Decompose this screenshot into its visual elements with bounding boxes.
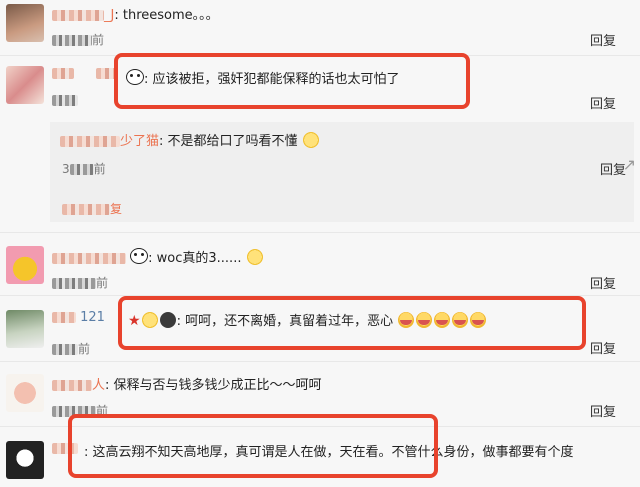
blurred-username xyxy=(60,136,120,147)
comment-row: _J: threesome。。。 前 回复 xyxy=(0,0,640,52)
avatar[interactable] xyxy=(6,374,44,412)
divider xyxy=(0,55,640,56)
comment-row: 121 ★: 呵呵，还不离婚，真留着过年，恶心 前 回复 xyxy=(0,298,640,357)
emoji-badge-icon xyxy=(141,312,158,328)
avatar[interactable] xyxy=(6,310,44,348)
comment-username[interactable]: 少了猫: 不是都给口了吗看不懂 xyxy=(60,130,320,149)
comment-time: 前 xyxy=(52,340,90,357)
panda-icon xyxy=(126,69,144,85)
smile-emoji-icon xyxy=(246,249,263,265)
divider xyxy=(0,295,640,296)
avatar[interactable] xyxy=(6,66,44,104)
blurred-username xyxy=(52,312,76,323)
comment-text: : 不是都给口了吗看不懂 xyxy=(159,132,320,149)
comment-row: : woc真的3...... 前 回复 xyxy=(0,236,640,292)
comment-text: : woc真的3...... xyxy=(130,248,263,266)
comment-row: : 应该被拒，强奸犯都能保释的话也太可怕了 回复 xyxy=(0,58,640,118)
comment-username[interactable] xyxy=(52,441,78,456)
divider xyxy=(0,426,640,427)
blurred-username xyxy=(52,10,104,21)
comment-time xyxy=(52,93,78,107)
avatar[interactable] xyxy=(6,246,44,284)
comment-row: 人: 保释与否与钱多钱少成正比～～呵呵 前 回复 xyxy=(0,364,640,422)
avatar[interactable] xyxy=(6,4,44,42)
comment-text: : threesome。。。 xyxy=(114,8,219,23)
reply-button[interactable]: 回复 xyxy=(590,401,616,420)
badge-icon xyxy=(159,312,176,328)
avatar[interactable] xyxy=(6,441,44,479)
crying-emoji-icon xyxy=(434,312,451,328)
blurred-username xyxy=(52,380,92,391)
comment-username[interactable]: 121 xyxy=(52,310,105,325)
comment-text: : 保释与否与钱多钱少成正比～～呵呵 xyxy=(105,378,322,393)
divider xyxy=(0,361,640,362)
reply-button[interactable]: 回复 xyxy=(590,30,616,49)
comment-text: : 应该被拒，强奸犯都能保释的话也太可怕了 xyxy=(126,68,400,87)
comment-username[interactable]: _J: threesome。。。 xyxy=(52,4,219,23)
panda-icon xyxy=(130,248,149,264)
reply-button[interactable]: 回复 xyxy=(590,93,616,112)
comment-username[interactable]: : woc真的3...... xyxy=(52,247,264,266)
more-replies-link[interactable]: 复 xyxy=(62,200,122,217)
comment-text: ★: 呵呵，还不离婚，真留着过年，恶心 xyxy=(128,310,487,329)
nested-reply: 少了猫: 不是都给口了吗看不懂 3前 回复 复 xyxy=(50,122,634,222)
crying-emoji-icon xyxy=(452,312,469,328)
comment-time: 3前 xyxy=(62,162,106,176)
blurred-username xyxy=(52,253,126,264)
comment-text: : 这高云翔不知天高地厚，真可谓是人在做，天在看。不管什么身份，做事都要有个度 xyxy=(84,445,574,460)
crying-emoji-icon xyxy=(398,312,415,328)
comment-time: 前 xyxy=(52,274,108,291)
trend-icon: ↗ xyxy=(622,155,636,174)
crying-emoji-icon xyxy=(416,312,433,328)
comment-row: : 这高云翔不知天高地厚，真可谓是人在做，天在看。不管什么身份，做事都要有个度 xyxy=(0,429,640,487)
comment-time: 前 xyxy=(52,31,104,48)
comment-time: 前 xyxy=(52,402,108,419)
blurred-username xyxy=(52,68,74,79)
comment-username[interactable]: 人: 保释与否与钱多钱少成正比～～呵呵 xyxy=(52,374,322,393)
reply-button[interactable]: 回复 xyxy=(590,273,616,292)
blurred-username xyxy=(52,443,78,454)
reply-button[interactable]: 回复 xyxy=(590,338,616,357)
divider xyxy=(0,232,640,233)
crying-emoji-icon xyxy=(470,312,487,328)
comment-username[interactable] xyxy=(52,66,119,81)
smile-emoji-icon xyxy=(302,132,319,148)
